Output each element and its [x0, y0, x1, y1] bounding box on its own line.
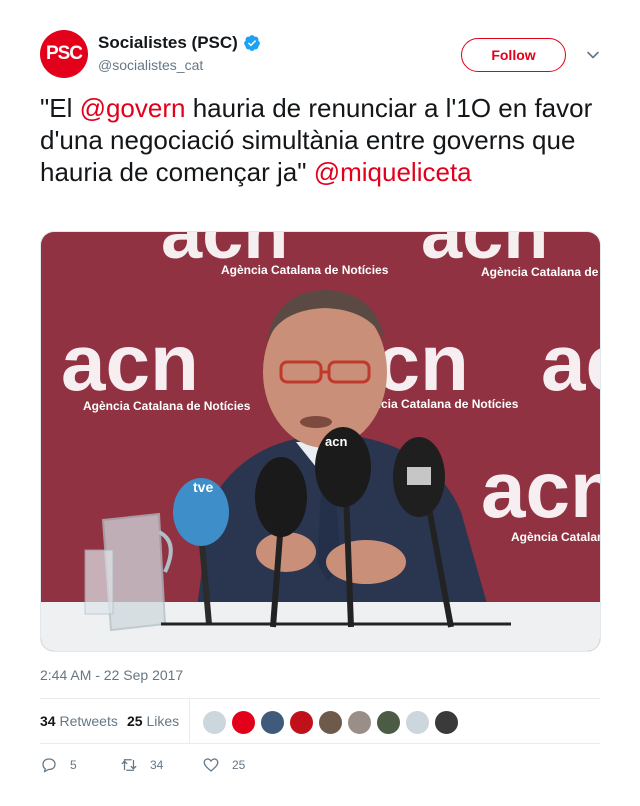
liker-avatar[interactable]	[260, 710, 285, 735]
like-button[interactable]: 25	[202, 756, 245, 774]
likes-label: Likes	[146, 713, 180, 729]
mention-link-govern[interactable]: @govern	[80, 93, 186, 123]
tweet-header: PSC Socialistes (PSC) @socialistes_cat F…	[40, 30, 600, 82]
tweet-text: "El @govern hauria de renunciar a l'1O e…	[40, 92, 600, 188]
reply-count: 5	[70, 758, 77, 772]
liker-avatar[interactable]	[231, 710, 256, 735]
acn-mic-label: acn	[325, 434, 347, 449]
tweet-stats: 34 Retweets 25 Likes	[40, 698, 600, 744]
liker-avatar[interactable]	[202, 710, 227, 735]
verified-badge-icon	[243, 35, 260, 51]
mention-link-miqueliceta[interactable]: @miqueliceta	[314, 157, 472, 187]
backdrop-caption: Agència Catalana de Notícies	[221, 263, 389, 277]
liker-avatars	[202, 710, 463, 735]
retweet-button[interactable]: 34	[120, 756, 163, 774]
follow-button[interactable]: Follow	[461, 38, 566, 72]
reply-icon	[42, 758, 56, 773]
tweet-text-segment: "El	[40, 93, 80, 123]
reply-button[interactable]: 5	[40, 756, 77, 774]
tve-mic-label: tve	[193, 479, 213, 495]
liker-avatar[interactable]	[347, 710, 372, 735]
retweets-label: Retweets	[59, 713, 118, 729]
avatar-logo-text: PSC	[45, 43, 83, 64]
retweet-icon	[121, 759, 137, 771]
backdrop-caption: Agència Catalana de Notícies	[83, 399, 251, 413]
author-display-name-row[interactable]: Socialistes (PSC)	[98, 33, 261, 53]
press-conference-photo: acn acn acn acn acn acn Agència Catalana…	[41, 232, 601, 651]
author-display-name[interactable]: Socialistes (PSC)	[98, 33, 238, 53]
liker-avatar[interactable]	[289, 710, 314, 735]
backdrop-caption: Agència Catalana de Notícies	[481, 265, 601, 279]
backdrop-logo: acn	[541, 318, 601, 407]
likes-stat[interactable]: 25 Likes	[127, 713, 179, 729]
heart-icon	[203, 758, 219, 772]
likes-count: 25	[127, 713, 143, 729]
author-handle[interactable]: @socialistes_cat	[98, 57, 261, 73]
tweet-photo[interactable]: acn acn acn acn acn acn Agència Catalana…	[40, 231, 601, 652]
backdrop-caption: Agència Catalana de Notícies	[511, 530, 601, 544]
backdrop-logo: acn	[481, 445, 601, 534]
stats-divider	[189, 699, 190, 744]
tweet-timestamp[interactable]: 2:44 AM - 22 Sep 2017	[40, 667, 183, 683]
retweet-count: 34	[150, 758, 164, 772]
retweets-stat[interactable]: 34 Retweets	[40, 713, 118, 729]
liker-avatar[interactable]	[434, 710, 459, 735]
liker-avatar[interactable]	[405, 710, 430, 735]
chevron-down-icon[interactable]	[586, 48, 600, 62]
author-names: Socialistes (PSC) @socialistes_cat	[98, 33, 261, 73]
liker-avatar[interactable]	[376, 710, 401, 735]
backdrop-logo: acn	[61, 318, 199, 407]
tweet-actions: 5 34 25	[40, 756, 600, 778]
like-count: 25	[232, 758, 246, 772]
retweets-count: 34	[40, 713, 56, 729]
avatar[interactable]: PSC	[40, 30, 88, 78]
liker-avatar[interactable]	[318, 710, 343, 735]
